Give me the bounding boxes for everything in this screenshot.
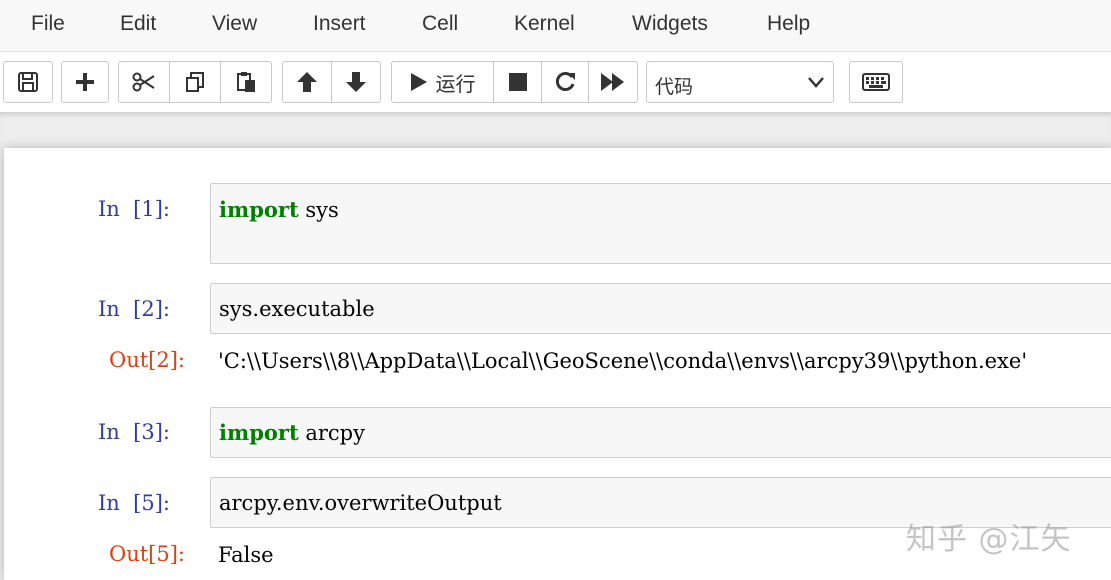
plus-icon: [75, 72, 95, 92]
code-line: sys.executable: [219, 295, 375, 323]
code-line: import arcpy: [219, 419, 365, 447]
menu-widgets[interactable]: Widgets: [632, 10, 708, 38]
cell-type-select[interactable]: 代码: [646, 61, 834, 103]
toolbar: 运行 代码: [0, 52, 1111, 112]
paste-button[interactable]: [221, 61, 272, 103]
menu-kernel[interactable]: Kernel: [514, 10, 575, 38]
stop-icon: [508, 72, 528, 92]
fast-forward-icon: [600, 72, 626, 92]
copy-icon: [184, 71, 206, 93]
save-icon: [17, 71, 39, 93]
arrow-up-icon: [296, 71, 318, 93]
move-up-button[interactable]: [282, 61, 332, 103]
restart-button[interactable]: [542, 61, 589, 103]
arrow-down-icon: [345, 71, 367, 93]
run-label: 运行: [436, 68, 476, 97]
code-line: import sys: [219, 196, 339, 224]
paste-icon: [235, 71, 257, 93]
watermark: 知乎 @江矢: [906, 514, 1072, 558]
keyboard-icon: [862, 73, 890, 91]
move-down-button[interactable]: [332, 61, 381, 103]
interrupt-button[interactable]: [494, 61, 542, 103]
insert-cell-button[interactable]: [61, 61, 109, 103]
cut-button[interactable]: [118, 61, 170, 103]
keyword-import: import: [219, 420, 299, 445]
code-line: arcpy.env.overwriteOutput: [219, 489, 502, 517]
in-prompt: In [5]:: [98, 489, 170, 517]
code-cell-input[interactable]: sys.executable: [210, 283, 1111, 334]
restart-run-all-button[interactable]: [589, 61, 638, 103]
play-icon: [410, 72, 428, 92]
in-prompt: In [1]:: [98, 195, 170, 223]
code-text: arcpy: [299, 421, 365, 445]
chevron-down-icon: [807, 75, 825, 89]
out-prompt: Out[5]:: [109, 540, 185, 568]
scissors-icon: [132, 71, 156, 93]
cell-output: 'C:\\Users\\8\\AppData\\Local\\GeoScene\…: [218, 347, 1111, 375]
refresh-icon: [554, 71, 576, 93]
toolbar-shadow: [0, 112, 1111, 148]
menu-edit[interactable]: Edit: [120, 10, 156, 38]
code-text: sys: [299, 198, 339, 222]
menu-cell[interactable]: Cell: [422, 10, 458, 38]
copy-button[interactable]: [170, 61, 221, 103]
code-cell-input[interactable]: import sys: [210, 183, 1111, 264]
menu-help[interactable]: Help: [767, 10, 810, 38]
save-button[interactable]: [3, 61, 53, 103]
cell-output: False: [218, 541, 518, 569]
menu-file[interactable]: File: [31, 10, 65, 38]
out-prompt: Out[2]:: [109, 346, 185, 374]
keyword-import: import: [219, 197, 299, 222]
run-button[interactable]: 运行: [391, 61, 494, 103]
cell-type-value: 代码: [655, 72, 693, 99]
code-cell-input[interactable]: import arcpy: [210, 407, 1111, 458]
command-palette-button[interactable]: [849, 61, 903, 103]
in-prompt: In [2]:: [98, 295, 170, 323]
menu-view[interactable]: View: [212, 10, 257, 38]
menu-insert[interactable]: Insert: [313, 10, 366, 38]
menu-bar: File Edit View Insert Cell Kernel Widget…: [0, 0, 1111, 52]
in-prompt: In [3]:: [98, 418, 170, 446]
